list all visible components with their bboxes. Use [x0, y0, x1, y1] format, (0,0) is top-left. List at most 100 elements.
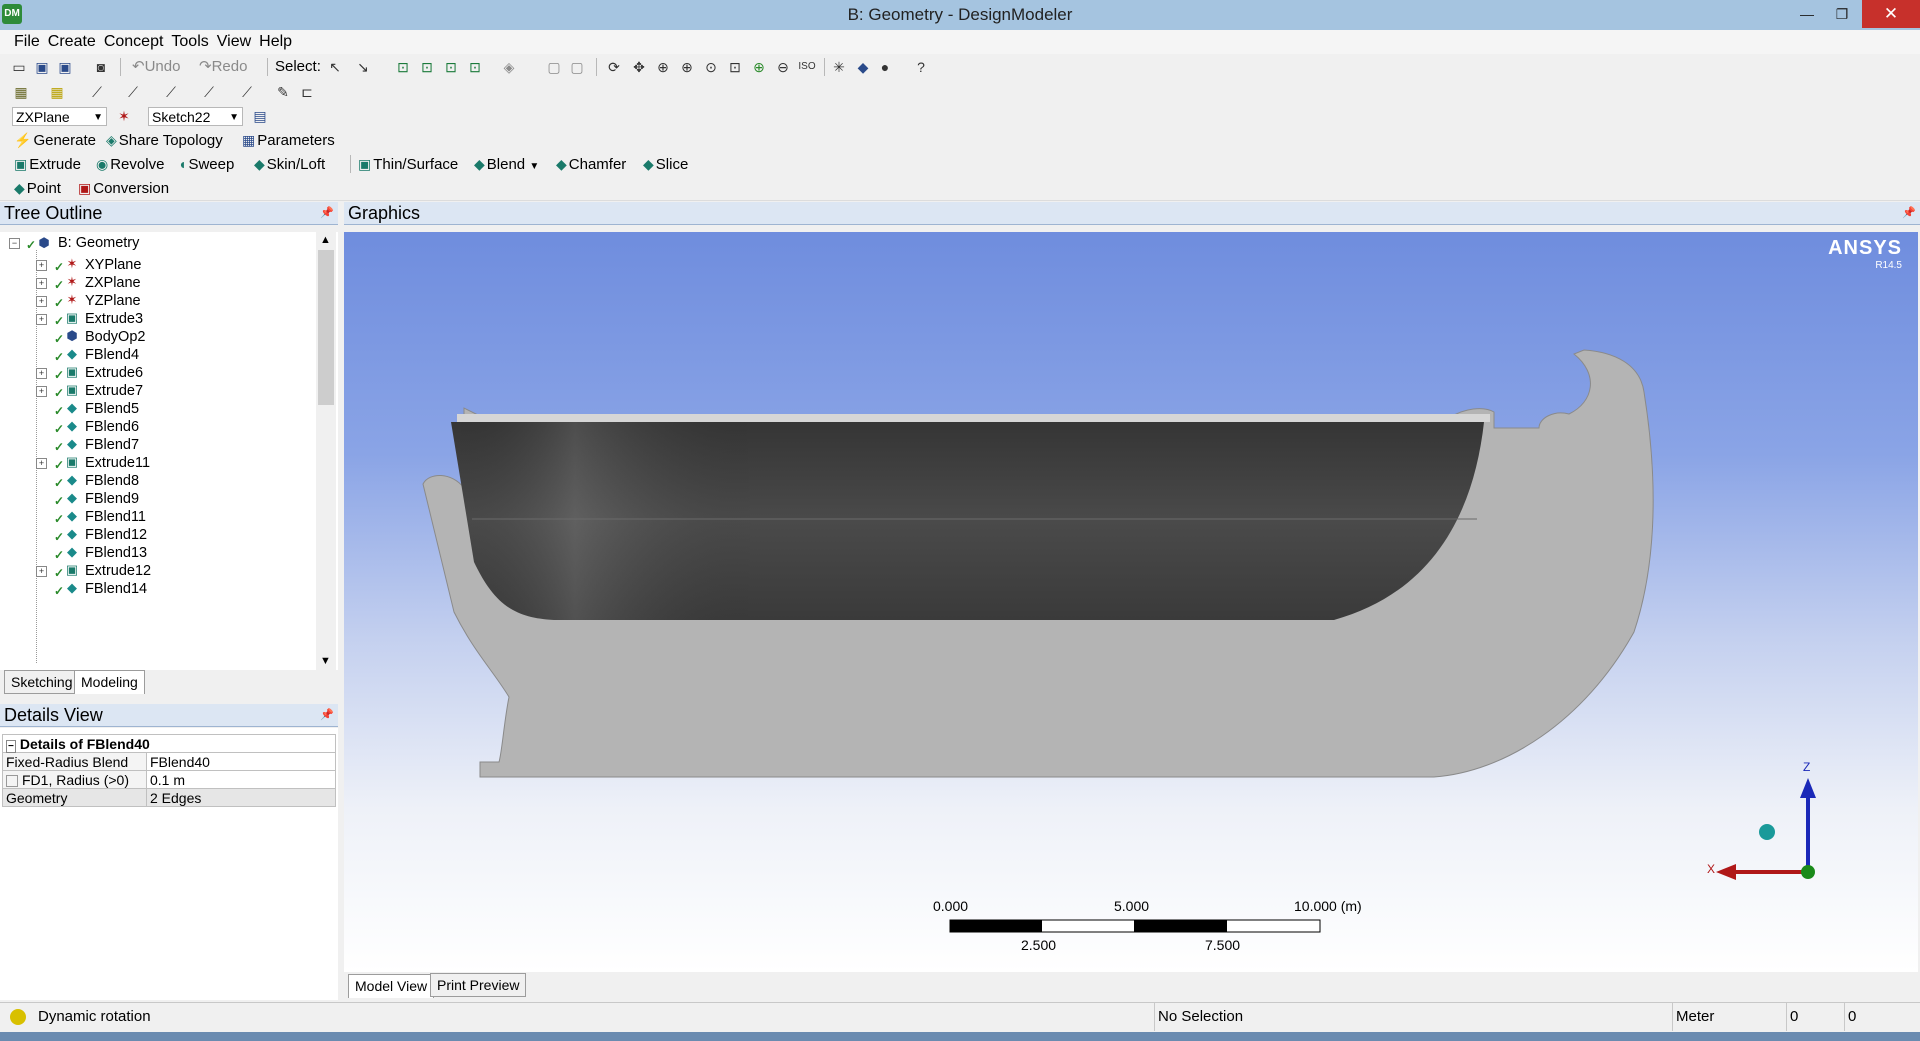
- tab-modeling[interactable]: Modeling: [74, 670, 145, 694]
- new-sketch-icon[interactable]: ▤: [251, 107, 269, 125]
- zoom-icon[interactable]: ⊕: [654, 58, 672, 76]
- menu-view[interactable]: View: [213, 30, 255, 54]
- menu-file[interactable]: File: [10, 30, 44, 54]
- parameters-button[interactable]: ▦ Parameters: [242, 130, 335, 151]
- parameter-checkbox[interactable]: [6, 774, 18, 787]
- skin-loft-button[interactable]: ◆ Skin/Loft: [254, 154, 325, 175]
- expand-icon[interactable]: +: [36, 314, 47, 325]
- generate-button[interactable]: ⚡ Generate: [14, 130, 96, 151]
- iso-view-icon[interactable]: ISO: [798, 58, 816, 76]
- point-button[interactable]: ◆ Point: [14, 178, 61, 199]
- rotate-icon[interactable]: ⟳: [605, 58, 623, 76]
- extend-selection-icon[interactable]: ◈: [500, 58, 518, 76]
- menu-help[interactable]: Help: [255, 30, 296, 54]
- zoom-out-icon[interactable]: ⊖: [774, 58, 792, 76]
- maximize-button[interactable]: ❐: [1820, 0, 1864, 28]
- box-select-alt-icon[interactable]: ▢: [568, 58, 586, 76]
- select-face-icon[interactable]: ⊡: [442, 58, 460, 76]
- undo-button[interactable]: ↶Undo: [132, 57, 180, 77]
- pin-icon[interactable]: 📌: [320, 202, 334, 225]
- new-plane-icon[interactable]: ✶: [115, 107, 133, 125]
- edge-labels-icon[interactable]: ⟋: [238, 83, 256, 101]
- expand-icon[interactable]: +: [36, 566, 47, 577]
- menu-concept[interactable]: Concept: [100, 30, 168, 54]
- share-topology-button[interactable]: ◈ Share Topology: [106, 130, 223, 151]
- redo-button[interactable]: ↷Redo: [199, 57, 247, 77]
- tree-item[interactable]: ✓ ◆ FBlend14: [0, 578, 316, 600]
- whats-this-icon[interactable]: ?: [912, 58, 930, 76]
- collapse-icon[interactable]: −: [9, 238, 20, 249]
- box-select-icon[interactable]: ▢: [545, 58, 563, 76]
- blend-button[interactable]: ◆ Blend ▼: [474, 154, 539, 177]
- hull-model-svg[interactable]: [344, 232, 1918, 972]
- details-value[interactable]: FBlend40: [146, 752, 336, 771]
- chamfer-button[interactable]: ◆ Chamfer: [556, 154, 626, 175]
- blend-icon: ◆: [67, 418, 77, 433]
- edge-display-icon[interactable]: ⟋: [88, 83, 106, 101]
- new-icon[interactable]: ▭: [10, 58, 28, 76]
- details-row[interactable]: Geometry 2 Edges: [2, 788, 336, 807]
- edge-coloring-icon[interactable]: ⟋: [200, 83, 218, 101]
- tab-print-preview[interactable]: Print Preview: [430, 973, 527, 997]
- pin-tool-icon[interactable]: ✎: [274, 83, 292, 101]
- tab-sketching[interactable]: Sketching: [4, 670, 80, 694]
- expand-icon[interactable]: +: [36, 296, 47, 307]
- zoom-fit-icon[interactable]: ⊙: [702, 58, 720, 76]
- status-units[interactable]: Meter: [1672, 1003, 1786, 1031]
- expand-icon[interactable]: +: [36, 368, 47, 379]
- pin-icon[interactable]: 📌: [320, 704, 334, 727]
- conversion-button[interactable]: ▣ Conversion: [78, 178, 169, 199]
- sketch-combo[interactable]: Sketch22 ▼: [148, 107, 243, 126]
- scroll-down-icon[interactable]: ▼: [320, 655, 331, 667]
- expand-icon[interactable]: +: [36, 278, 47, 289]
- extrude-button[interactable]: ▣ Extrude: [14, 154, 81, 175]
- tree-scroll-thumb[interactable]: [318, 250, 334, 405]
- select-point-icon[interactable]: ⊡: [394, 58, 412, 76]
- select-body-icon[interactable]: ⊡: [466, 58, 484, 76]
- color-mode-icon[interactable]: ▦: [48, 83, 66, 101]
- details-value[interactable]: 2 Edges: [146, 788, 336, 807]
- display-point-icon[interactable]: ●: [876, 58, 894, 76]
- select-mode-icon[interactable]: ↖: [326, 58, 344, 76]
- triad-icon[interactable]: ✳: [830, 58, 848, 76]
- close-button[interactable]: ✕: [1862, 0, 1920, 28]
- tree-root[interactable]: − ✓ ⬢ B: Geometry: [0, 232, 316, 254]
- axis-triad[interactable]: [1700, 760, 1820, 890]
- scroll-up-icon[interactable]: ▲: [320, 234, 331, 246]
- save-icon[interactable]: ▣: [33, 58, 51, 76]
- sweep-button[interactable]: ◖ Sweep: [178, 154, 234, 175]
- zoom-in-icon[interactable]: ⊕: [750, 58, 768, 76]
- point-label: Point: [26, 180, 61, 197]
- select-filter-icon[interactable]: ↘: [354, 58, 372, 76]
- details-header[interactable]: − Details of FBlend40: [2, 734, 336, 753]
- details-row[interactable]: Fixed-Radius Blend FBlend40: [2, 752, 336, 771]
- edge-thickness-icon[interactable]: ⟋: [162, 83, 180, 101]
- collapse-icon[interactable]: −: [6, 739, 16, 753]
- expand-icon[interactable]: +: [36, 458, 47, 469]
- expand-icon[interactable]: +: [36, 260, 47, 271]
- menu-tools[interactable]: Tools: [167, 30, 212, 54]
- extrude-label: Extrude: [29, 156, 81, 173]
- display-mode-icon[interactable]: ▦: [12, 83, 30, 101]
- plane-combo[interactable]: ZXPlane ▼: [12, 107, 107, 126]
- frame-icon[interactable]: ⊏: [298, 83, 316, 101]
- x-axis-label: X: [1707, 862, 1716, 876]
- zoom-box-icon[interactable]: ⊕: [678, 58, 696, 76]
- pin-icon[interactable]: 📌: [1902, 202, 1916, 225]
- details-value[interactable]: 0.1 m: [146, 770, 336, 789]
- tab-model-view[interactable]: Model View: [348, 974, 435, 998]
- zoom-window-icon[interactable]: ⊡: [726, 58, 744, 76]
- slice-button[interactable]: ◆ Slice: [643, 154, 688, 175]
- revolve-button[interactable]: ◉ Revolve: [96, 154, 164, 175]
- pan-icon[interactable]: ✥: [630, 58, 648, 76]
- save-as-icon[interactable]: ▣: [56, 58, 74, 76]
- expand-icon[interactable]: +: [36, 386, 47, 397]
- menu-create[interactable]: Create: [44, 30, 100, 54]
- details-row[interactable]: FD1, Radius (>0) 0.1 m: [2, 770, 336, 789]
- screenshot-icon[interactable]: ◙: [92, 58, 110, 76]
- select-edge-icon[interactable]: ⊡: [418, 58, 436, 76]
- edge-display-alt-icon[interactable]: ⟋: [124, 83, 142, 101]
- thin-surface-button[interactable]: ▣ Thin/Surface: [358, 154, 458, 175]
- display-model-icon[interactable]: ◆: [854, 58, 872, 76]
- tree-root-label: B: Geometry: [58, 235, 140, 251]
